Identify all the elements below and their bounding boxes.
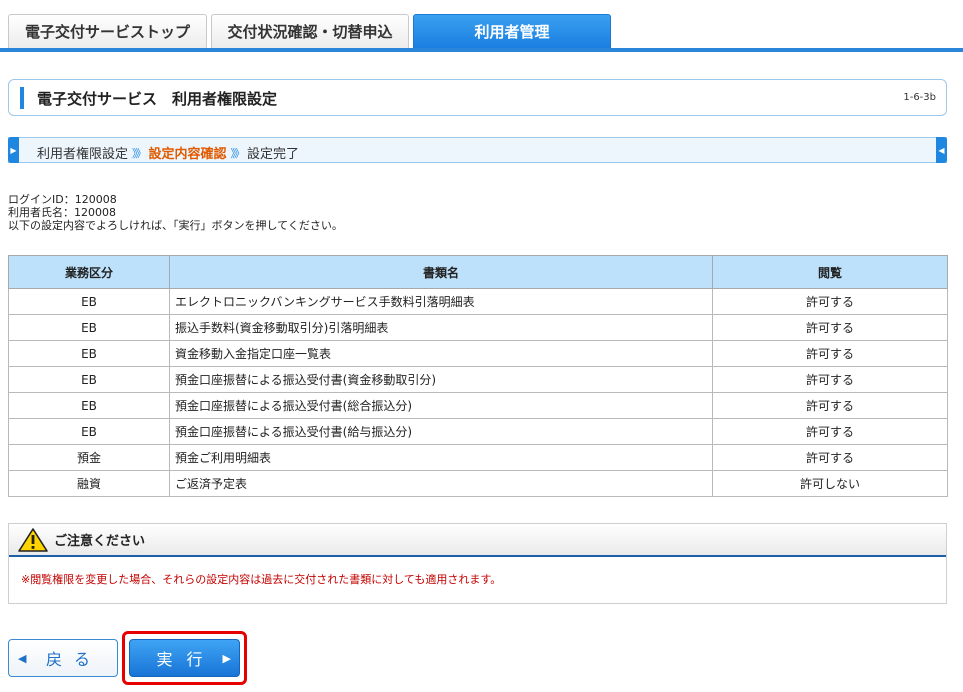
permission-table: 業務区分 書類名 閲覧 EB エレクトロニックバンキングサービス手数料引落明細表許… [8, 255, 948, 497]
user-info: ログインID：120008 利用者氏名：120008 以下の設定内容でよろしけれ… [8, 193, 343, 232]
execute-button[interactable]: 実行 ▶ [129, 639, 240, 677]
step-indicator: ▶ 利用者権限設定 》》 設定内容確認 》》 設定完了 ◀ [8, 137, 947, 163]
step-left-cap-icon: ▶ [8, 137, 19, 163]
step-arrow-icon: 》》 [132, 146, 146, 160]
notice-message: ※閲覧権限を変更した場合、それらの設定内容は過去に交付された書類に対しても適用さ… [21, 573, 502, 586]
table-row: 預金 預金ご利用明細表 許可する [8, 444, 948, 471]
cell-view: 許可する [712, 366, 948, 393]
warning-icon [18, 527, 48, 552]
col-header-view: 閲覧 [712, 255, 948, 289]
step-permission-setting: 利用者権限設定 [37, 147, 129, 162]
step-confirm-current: 設定内容確認 [148, 147, 227, 162]
page-header: 電子交付サービス 利用者権限設定 1-6-3b [8, 79, 947, 116]
table-row: EB 預金口座振替による振込受付書(給与振込分) 許可する [8, 418, 948, 445]
header-accent-bar [20, 87, 24, 109]
col-header-document: 書類名 [169, 255, 713, 289]
step-arrow-icon: 》》 [230, 146, 245, 160]
cell-view: 許可する [712, 444, 948, 471]
cell-business: 融資 [8, 470, 170, 497]
tab-status-switch[interactable]: 交付状況確認・切替申込 [211, 14, 409, 48]
cell-view: 許可する [712, 314, 948, 341]
table-row: EB 資金移動入金指定口座一覧表 許可する [8, 340, 948, 367]
table-header-row: 業務区分 書類名 閲覧 [8, 255, 948, 289]
table-row: 融資 ご返済予定表 許可しない [8, 470, 948, 497]
cell-business: 預金 [8, 444, 170, 471]
login-id: ログインID：120008 [8, 193, 117, 206]
back-button[interactable]: ◀ 戻る [8, 639, 118, 677]
table-row: EB 預金口座振替による振込受付書(資金移動取引分) 許可する [8, 366, 948, 393]
step-right-cap-icon: ◀ [936, 137, 947, 163]
cell-document: 振込手数料(資金移動取引分)引落明細表 [169, 314, 713, 341]
tab-service-top[interactable]: 電子交付サービストップ [8, 14, 207, 48]
cell-document: 預金口座振替による振込受付書(資金移動取引分) [169, 366, 713, 393]
notice-header: ご注意ください [9, 524, 946, 557]
cell-business: EB [8, 314, 170, 341]
table-row: EB 預金口座振替による振込受付書(総合振込分) 許可する [8, 392, 948, 419]
cell-document: 資金移動入金指定口座一覧表 [169, 340, 713, 367]
tab-user-management[interactable]: 利用者管理 [413, 14, 611, 48]
arrow-right-icon: ▶ [222, 652, 231, 665]
cell-view: 許可する [712, 418, 948, 445]
user-name: 利用者氏名：120008 [8, 206, 116, 219]
cell-document: 預金口座振替による振込受付書(総合振込分) [169, 392, 713, 419]
cell-view: 許可する [712, 340, 948, 367]
page-title: 電子交付サービス 利用者権限設定 [37, 90, 278, 108]
notice-box: ご注意ください ※閲覧権限を変更した場合、それらの設定内容は過去に交付された書類… [8, 523, 947, 604]
table-row: EB 振込手数料(資金移動取引分)引落明細表 許可する [8, 314, 948, 341]
instruction-text: 以下の設定内容でよろしければ、「実行」ボタンを押してください。 [8, 219, 343, 232]
cell-business: EB [8, 392, 170, 419]
cell-business: EB [8, 288, 170, 315]
back-button-label: 戻る [45, 650, 102, 669]
col-header-business: 業務区分 [8, 255, 170, 289]
cell-business: EB [8, 340, 170, 367]
cell-business: EB [8, 366, 170, 393]
cell-business: EB [8, 418, 170, 445]
cell-view: 許可しない [712, 470, 948, 497]
table-row: EB エレクトロニックバンキングサービス手数料引落明細表 許可する [8, 288, 948, 315]
arrow-left-icon: ◀ [18, 652, 27, 665]
execute-button-label: 実行 [156, 650, 217, 669]
cell-view: 許可する [712, 392, 948, 419]
tab-bar: 電子交付サービストップ 交付状況確認・切替申込 利用者管理 [0, 0, 963, 52]
cell-document: エレクトロニックバンキングサービス手数料引落明細表 [169, 288, 713, 315]
cell-document: 預金ご利用明細表 [169, 444, 713, 471]
screen-code: 1-6-3b [903, 92, 936, 103]
cell-view: 許可する [712, 288, 948, 315]
cell-document: 預金口座振替による振込受付書(給与振込分) [169, 418, 713, 445]
step-complete: 設定完了 [247, 147, 300, 162]
cell-document: ご返済予定表 [169, 470, 713, 497]
notice-title: ご注意ください [54, 534, 146, 549]
